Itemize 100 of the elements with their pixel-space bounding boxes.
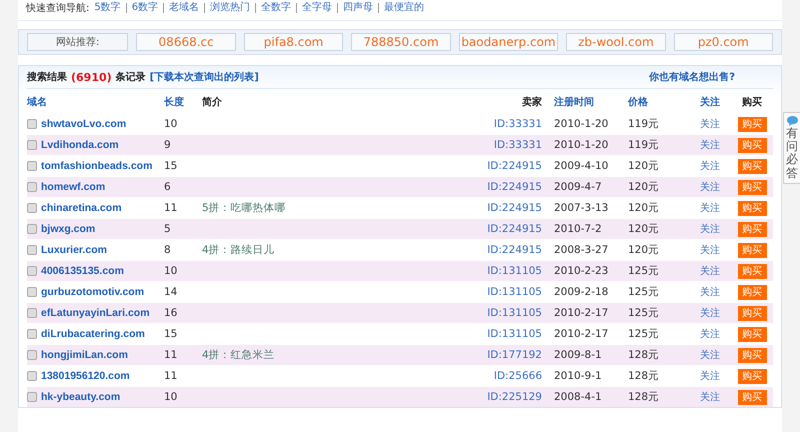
recommend-label: 网站推荐: — [27, 33, 128, 51]
buy-button[interactable]: 购买 — [738, 138, 766, 152]
seller-link[interactable]: ID:131105 — [412, 265, 554, 277]
row-checkbox[interactable] — [27, 182, 37, 192]
length-cell-text: 10 — [164, 265, 178, 277]
row-checkbox[interactable] — [27, 203, 37, 213]
buy-button[interactable]: 购买 — [738, 242, 766, 258]
buy-button[interactable]: 购买 — [738, 158, 766, 174]
row-checkbox[interactable] — [27, 329, 37, 339]
seller-link[interactable]: ID:224915 — [412, 160, 554, 172]
follow-link[interactable]: 关注 — [688, 306, 732, 320]
nav-link[interactable]: 全数字 — [255, 3, 296, 13]
recommended-site-link[interactable]: pifa8.com — [244, 33, 344, 51]
buy-button[interactable]: 购买 — [738, 326, 766, 342]
follow-link[interactable]: 关注 — [688, 180, 732, 194]
seller-link[interactable]: ID:131105 — [412, 307, 554, 319]
domain-link[interactable]: Luxurier.com — [41, 244, 107, 256]
domain-link[interactable]: bjwxg.com — [41, 223, 96, 235]
recommended-site-link[interactable]: pz0.com — [674, 33, 774, 51]
buy-button[interactable]: 购买 — [738, 284, 766, 300]
follow-link[interactable]: 关注 — [688, 117, 732, 131]
buy-button[interactable]: 购买 — [738, 116, 766, 132]
buy-button[interactable]: 购买 — [738, 200, 766, 216]
domain-link[interactable]: hk-ybeauty.com — [41, 391, 120, 403]
seller-link[interactable]: ID:224915 — [412, 223, 554, 235]
buy-button[interactable]: 购买 — [738, 368, 766, 384]
row-checkbox[interactable] — [27, 266, 37, 276]
follow-link[interactable]: 关注 — [688, 201, 732, 215]
row-checkbox[interactable] — [27, 119, 37, 129]
buy-button[interactable]: 购买 — [738, 222, 766, 236]
download-list-link[interactable]: [下载本次查询出的列表] — [150, 70, 259, 84]
nav-link[interactable]: 最便宜的 — [378, 3, 430, 13]
column-header[interactable]: 域名 — [27, 95, 164, 109]
price-cell-text: 120元 — [628, 222, 660, 236]
column-header[interactable]: 注册时间 — [554, 95, 628, 109]
seller-link[interactable]: ID:224915 — [412, 181, 554, 193]
recommended-site-link[interactable]: 08668.cc — [136, 33, 236, 51]
row-checkbox[interactable] — [27, 308, 37, 318]
domain-link[interactable]: 13801956120.com — [41, 370, 130, 382]
seller-link[interactable]: ID:224915 — [412, 244, 554, 256]
follow-link[interactable]: 关注 — [688, 348, 732, 362]
nav-link[interactable]: 四声母 — [337, 3, 378, 13]
nav-link[interactable]: 5数字 — [89, 3, 126, 13]
column-header[interactable]: 关注 — [688, 95, 732, 109]
domain-link[interactable]: hongjimiLan.com — [41, 349, 128, 361]
seller-link[interactable]: ID:33331 — [412, 118, 554, 130]
seller-link[interactable]: ID:224915 — [412, 202, 554, 214]
seller-link[interactable]: ID:131105 — [412, 286, 554, 298]
row-checkbox[interactable] — [27, 245, 37, 255]
domain-link[interactable]: homewf.com — [41, 181, 106, 193]
domain-link[interactable]: shwtavoLvo.com — [41, 118, 126, 130]
sell-domain-link[interactable]: 你也有域名想出售? — [649, 70, 735, 84]
seller-link[interactable]: ID:225129 — [412, 391, 554, 403]
row-checkbox[interactable] — [27, 350, 37, 360]
buy-button[interactable]: 购买 — [738, 264, 766, 278]
nav-link[interactable]: 浏览热门 — [204, 3, 256, 13]
follow-link[interactable]: 关注 — [688, 369, 732, 383]
follow-link[interactable]: 关注 — [688, 264, 732, 278]
domain-link[interactable]: chinaretina.com — [41, 202, 122, 214]
date-cell-text: 2009-2-18 — [554, 286, 610, 298]
row-checkbox[interactable] — [27, 392, 37, 402]
quick-nav-label: 快速查询导航: — [26, 2, 90, 15]
row-checkbox[interactable] — [27, 371, 37, 381]
seller-link[interactable]: ID:131105 — [412, 328, 554, 340]
buy-button[interactable]: 购买 — [738, 348, 766, 362]
domain-link[interactable]: Lvdihonda.com — [41, 139, 119, 151]
seller-link[interactable]: ID:33331 — [412, 139, 554, 151]
follow-link[interactable]: 关注 — [688, 222, 732, 236]
seller-link[interactable]: ID:25666 — [412, 370, 554, 382]
length-cell-text: 15 — [164, 160, 178, 172]
recommended-site-link[interactable]: zb-wool.com — [566, 33, 666, 51]
buy-button[interactable]: 购买 — [738, 306, 766, 320]
domain-link[interactable]: gurbuzotomotiv.com — [41, 286, 144, 298]
domain-link[interactable]: 4006135135.com — [41, 265, 124, 277]
column-header[interactable]: 长度 — [164, 95, 202, 109]
row-checkbox[interactable] — [27, 140, 37, 150]
column-header: 简介 — [202, 96, 223, 109]
side-help-tab[interactable]: 有问必答 — [783, 112, 800, 184]
recommended-site-link[interactable]: 788850.com — [351, 33, 451, 51]
buy-button[interactable]: 购买 — [738, 390, 766, 404]
row-checkbox[interactable] — [27, 161, 37, 171]
price-cell-text: 120元 — [628, 243, 660, 257]
follow-link[interactable]: 关注 — [688, 327, 732, 341]
row-checkbox[interactable] — [27, 287, 37, 297]
follow-link[interactable]: 关注 — [688, 243, 732, 257]
domain-link[interactable]: tomfashionbeads.com — [41, 160, 152, 172]
row-checkbox[interactable] — [27, 224, 37, 234]
nav-link[interactable]: 老域名 — [163, 3, 204, 13]
follow-link[interactable]: 关注 — [688, 159, 732, 173]
domain-link[interactable]: efLatunyayinLari.com — [41, 307, 150, 319]
nav-link[interactable]: 全字母 — [296, 3, 338, 13]
domain-link[interactable]: diLrubacatering.com — [41, 328, 145, 340]
seller-link[interactable]: ID:177192 — [412, 349, 554, 361]
recommended-site-link[interactable]: baodanerp.com — [458, 33, 558, 51]
column-header[interactable]: 价格 — [628, 95, 688, 109]
follow-link[interactable]: 关注 — [688, 390, 732, 404]
follow-link[interactable]: 关注 — [688, 138, 732, 152]
follow-link[interactable]: 关注 — [688, 285, 732, 299]
nav-link[interactable]: 6数字 — [126, 3, 164, 13]
buy-button[interactable]: 购买 — [738, 180, 766, 194]
